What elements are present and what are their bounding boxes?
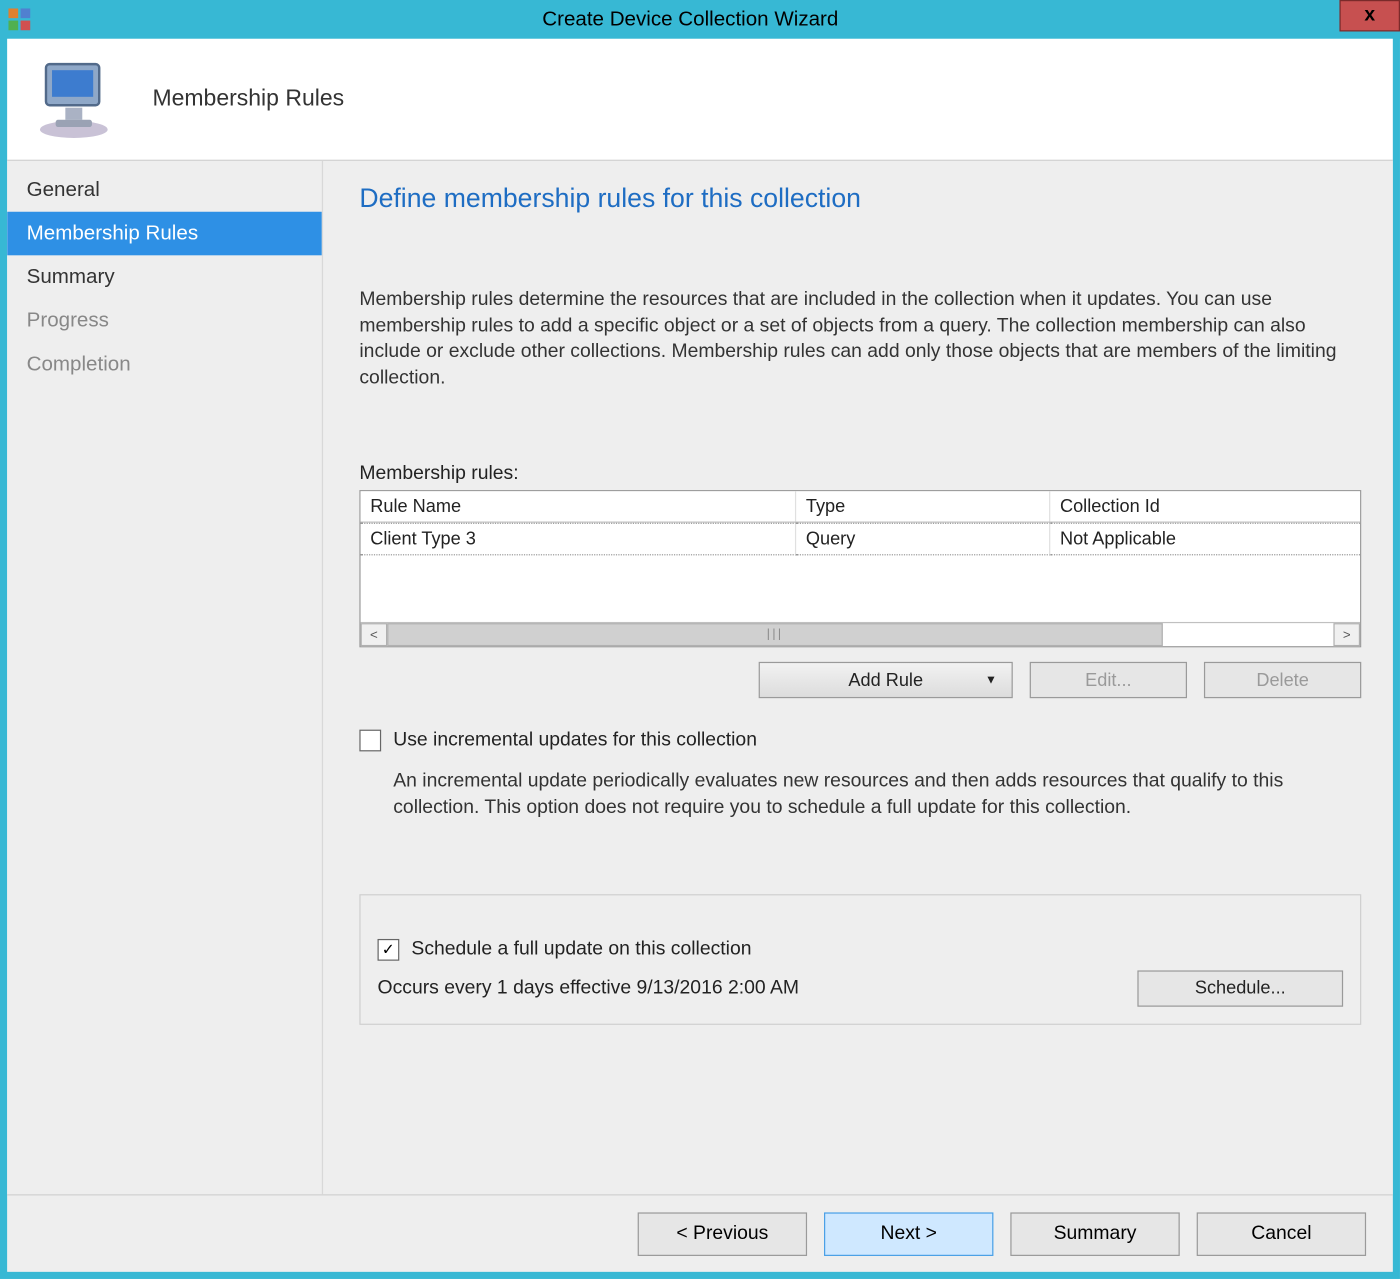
- nav-progress[interactable]: Progress: [7, 299, 322, 343]
- delete-rule-button[interactable]: Delete: [1204, 662, 1361, 698]
- description-text: Membership rules determine the resources…: [359, 287, 1361, 392]
- table-row[interactable]: Client Type 3 Query Not Applicable: [361, 523, 1360, 556]
- main-heading: Define membership rules for this collect…: [359, 183, 1361, 214]
- schedule-button[interactable]: Schedule...: [1137, 970, 1343, 1006]
- cancel-button[interactable]: Cancel: [1197, 1212, 1366, 1256]
- chevron-down-icon: ▼: [985, 674, 997, 687]
- incremental-label: Use incremental updates for this collect…: [393, 730, 757, 752]
- nav-general[interactable]: General: [7, 168, 322, 212]
- page-title: Membership Rules: [152, 86, 344, 113]
- scroll-track[interactable]: |||: [387, 624, 1333, 647]
- wizard-footer: < Previous Next > Summary Cancel: [7, 1194, 1392, 1271]
- column-type[interactable]: Type: [796, 492, 1050, 522]
- summary-button[interactable]: Summary: [1010, 1212, 1179, 1256]
- wizard-header: Membership Rules: [7, 39, 1392, 160]
- nav-completion[interactable]: Completion: [7, 342, 322, 386]
- app-icon: [7, 7, 31, 31]
- scroll-left-icon[interactable]: <: [361, 624, 388, 647]
- horizontal-scrollbar[interactable]: < ||| >: [361, 622, 1360, 646]
- wizard-nav: General Membership Rules Summary Progres…: [7, 161, 322, 1194]
- previous-button[interactable]: < Previous: [638, 1212, 807, 1256]
- next-button[interactable]: Next >: [824, 1212, 993, 1256]
- column-collection-id[interactable]: Collection Id: [1050, 492, 1360, 522]
- incremental-description: An incremental update periodically evalu…: [393, 769, 1361, 821]
- incremental-checkbox[interactable]: [359, 730, 381, 752]
- schedule-checkbox[interactable]: ✓: [378, 938, 400, 960]
- rules-grid[interactable]: Rule Name Type Collection Id Client Type…: [359, 491, 1361, 648]
- edit-rule-button[interactable]: Edit...: [1030, 662, 1187, 698]
- nav-summary[interactable]: Summary: [7, 255, 322, 299]
- main-pane: Define membership rules for this collect…: [322, 161, 1393, 1194]
- add-rule-dropdown[interactable]: Add Rule ▼: [759, 662, 1013, 698]
- schedule-summary-text: Occurs every 1 days effective 9/13/2016 …: [378, 977, 799, 999]
- rule-action-row: Add Rule ▼ Edit... Delete: [359, 662, 1361, 698]
- titlebar: Create Device Collection Wizard x: [0, 0, 1400, 39]
- grid-empty-area: [361, 556, 1360, 623]
- wizard-body: General Membership Rules Summary Progres…: [7, 160, 1392, 1195]
- add-rule-label: Add Rule: [848, 670, 923, 691]
- window-title: Create Device Collection Wizard: [41, 7, 1339, 31]
- column-rule-name[interactable]: Rule Name: [361, 492, 797, 522]
- cell-collection-id: Not Applicable: [1050, 523, 1360, 556]
- cell-type: Query: [796, 523, 1050, 556]
- cell-rule-name: Client Type 3: [361, 523, 797, 556]
- grid-header: Rule Name Type Collection Id: [361, 492, 1360, 523]
- incremental-checkbox-row: Use incremental updates for this collect…: [359, 730, 1361, 752]
- nav-membership-rules[interactable]: Membership Rules: [7, 212, 322, 256]
- rules-list-label: Membership rules:: [359, 464, 1361, 486]
- wizard-window: Create Device Collection Wizard x Member…: [0, 0, 1400, 1279]
- computer-icon: [29, 54, 119, 144]
- schedule-group: ✓ Schedule a full update on this collect…: [359, 894, 1361, 1025]
- schedule-checkbox-label: Schedule a full update on this collectio…: [411, 938, 751, 960]
- scroll-right-icon[interactable]: >: [1333, 624, 1360, 647]
- close-button[interactable]: x: [1339, 0, 1400, 31]
- scroll-thumb[interactable]: |||: [387, 624, 1163, 647]
- close-icon: x: [1364, 5, 1375, 27]
